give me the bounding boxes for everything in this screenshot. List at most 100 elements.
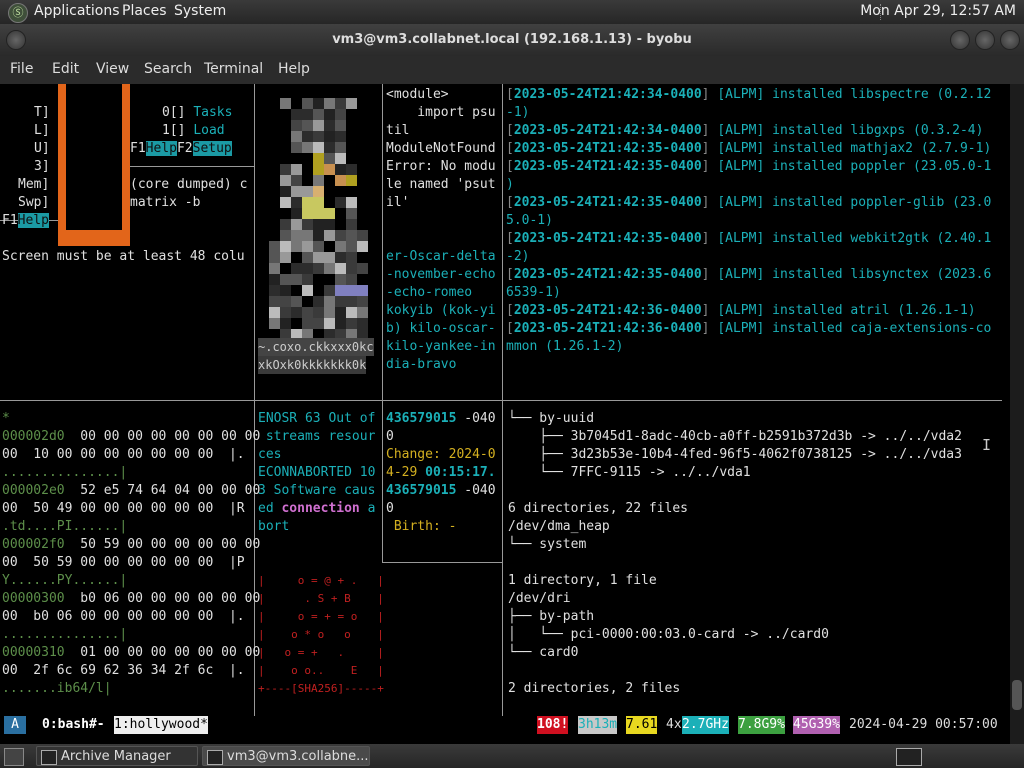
art-pixel [324, 98, 335, 109]
phonetic-line: dia-bravo [386, 357, 457, 372]
stat-line: 0 [386, 429, 394, 444]
stat-line: 4-29 00:15:17. [386, 465, 496, 480]
log-continuation: mmon (1.26.1-2) [506, 339, 624, 354]
status-updates: 108! [537, 716, 569, 734]
stat-line: 436579015 -040 [386, 483, 496, 498]
art-pixel [291, 241, 302, 252]
art-pixel [302, 98, 313, 109]
log-continuation: ) [506, 177, 514, 192]
tree-line: /dev/dri [508, 591, 571, 606]
taskbar-archive-manager[interactable]: Archive Manager [36, 746, 198, 766]
art-pixel [346, 318, 357, 329]
phonetic-line: kilo-yankee-in [386, 339, 496, 354]
taskbar-terminal[interactable]: vm3@vm3.collabne... [202, 746, 370, 766]
hex-bytes: 01 00 00 00 00 00 00 00 [64, 645, 261, 660]
art-pixel [357, 230, 368, 241]
system-menu[interactable]: System [174, 3, 226, 19]
log-entry: [2023-05-24T21:42:35-0400] [ALPM] instal… [506, 266, 991, 284]
workspace-switcher-icon[interactable] [896, 748, 922, 766]
terminal-scrollbar[interactable] [1010, 84, 1024, 744]
menu-terminal[interactable]: Terminal [204, 61, 263, 77]
art-pixel [313, 164, 324, 175]
tree-line: │ └── pci-0000:00:03.0-card -> ../card0 [508, 627, 829, 642]
art-pixel [302, 307, 313, 318]
meter-label: U] [34, 141, 50, 156]
minimize-button[interactable] [950, 30, 970, 50]
art-pixel [280, 219, 291, 230]
tree-line: ├── 3d23b53e-10b4-4fed-96f5-4062f0738125… [508, 447, 962, 462]
log-entry: [2023-05-24T21:42:36-0400] [ALPM] instal… [506, 302, 976, 320]
art-pixel [324, 296, 335, 307]
clock[interactable]: Mon Apr 29, 12:57 AM [860, 3, 1016, 19]
log-bracket: ] [701, 321, 718, 336]
log-entry: [2023-05-24T21:42:34-0400] [ALPM] instal… [506, 122, 983, 140]
help-key[interactable]: Help [145, 141, 177, 156]
menu-help[interactable]: Help [278, 61, 310, 77]
log-entry: [2023-05-24T21:42:34-0400] [ALPM] instal… [506, 86, 991, 104]
art-pixel [313, 219, 324, 230]
menu-edit[interactable]: Edit [52, 61, 79, 77]
show-desktop-icon[interactable] [4, 748, 24, 766]
maximize-button[interactable] [975, 30, 995, 50]
art-pixel [280, 285, 291, 296]
hex-bytes: 52 e5 74 64 04 00 00 00 [64, 483, 261, 498]
art-pixel [335, 252, 346, 263]
art-pixel [280, 164, 291, 175]
close-button[interactable] [1000, 30, 1020, 50]
art-pixel [291, 263, 302, 274]
art-pixel [302, 109, 313, 120]
art-pixel [324, 318, 335, 329]
art-pixel [269, 296, 280, 307]
python-line: <module> [386, 87, 449, 102]
menu-file[interactable]: File [10, 61, 33, 77]
help-key-2[interactable]: Help [17, 213, 49, 228]
art-pixel [291, 175, 302, 186]
menu-view[interactable]: View [96, 61, 129, 77]
art-pixel [335, 175, 346, 186]
art-pixel [269, 252, 280, 263]
art-pixel [291, 142, 302, 153]
window-title-bar[interactable]: vm3@vm3.collabnet.local (192.168.1.13) -… [0, 24, 1024, 56]
terminal-area[interactable]: T] L] U] 3] Mem] Swp] 0[] Tasks 1[] Load… [0, 84, 1010, 716]
window-title: vm3@vm3.collabnet.local (192.168.1.13) -… [332, 32, 692, 47]
log-source: [ALPM] [717, 87, 765, 102]
pane-ascii-art [256, 84, 380, 374]
status-cpu-count: 4x [666, 717, 682, 732]
log-source: [ALPM] [717, 141, 765, 156]
menu-search[interactable]: Search [144, 61, 192, 77]
setup-key[interactable]: Setup [192, 141, 232, 156]
log-bracket: [ [506, 159, 514, 174]
log-source: [ALPM] [717, 195, 765, 210]
python-line: le named 'psut [386, 177, 496, 192]
scrollbar-thumb[interactable] [1012, 680, 1022, 710]
log-timestamp: 2023-05-24T21:42:35-0400 [513, 231, 702, 246]
art-pixel [269, 241, 280, 252]
window-tab-hollywood[interactable]: 1:hollywood* [114, 716, 208, 734]
art-pixel [291, 120, 302, 131]
log-bracket: ] [701, 231, 718, 246]
hex-ascii: ...............| [2, 465, 128, 480]
art-pixel [291, 230, 302, 241]
hex-row: 000002f0 50 59 00 00 00 00 00 00 [2, 536, 260, 554]
python-line: import psu [386, 105, 496, 120]
window-tab-bash[interactable]: 0:bash#- [42, 716, 105, 734]
art-pixel [302, 285, 313, 296]
applications-menu[interactable]: Applications [34, 3, 120, 19]
tree-line: 6 directories, 22 files [508, 501, 689, 516]
places-menu[interactable]: Places [122, 3, 167, 19]
phonetic-line: -echo-romeo [386, 285, 473, 300]
art-pixel [291, 307, 302, 318]
applications-logo-icon[interactable]: Ⓢ [8, 3, 28, 23]
hex-star: * [2, 411, 10, 426]
python-line: til [386, 123, 410, 138]
log-bracket: [ [506, 123, 514, 138]
randomart-line: | o = @ + . | [258, 574, 384, 587]
art-pixel [324, 142, 335, 153]
art-pixel [313, 296, 324, 307]
art-pixel [280, 230, 291, 241]
python-line: Error: No modu [386, 159, 496, 174]
art-pixel [335, 274, 346, 285]
log-bracket: [ [506, 141, 514, 156]
log-entry: [2023-05-24T21:42:35-0400] [ALPM] instal… [506, 194, 991, 212]
hex-address: 00000310 [2, 645, 65, 660]
